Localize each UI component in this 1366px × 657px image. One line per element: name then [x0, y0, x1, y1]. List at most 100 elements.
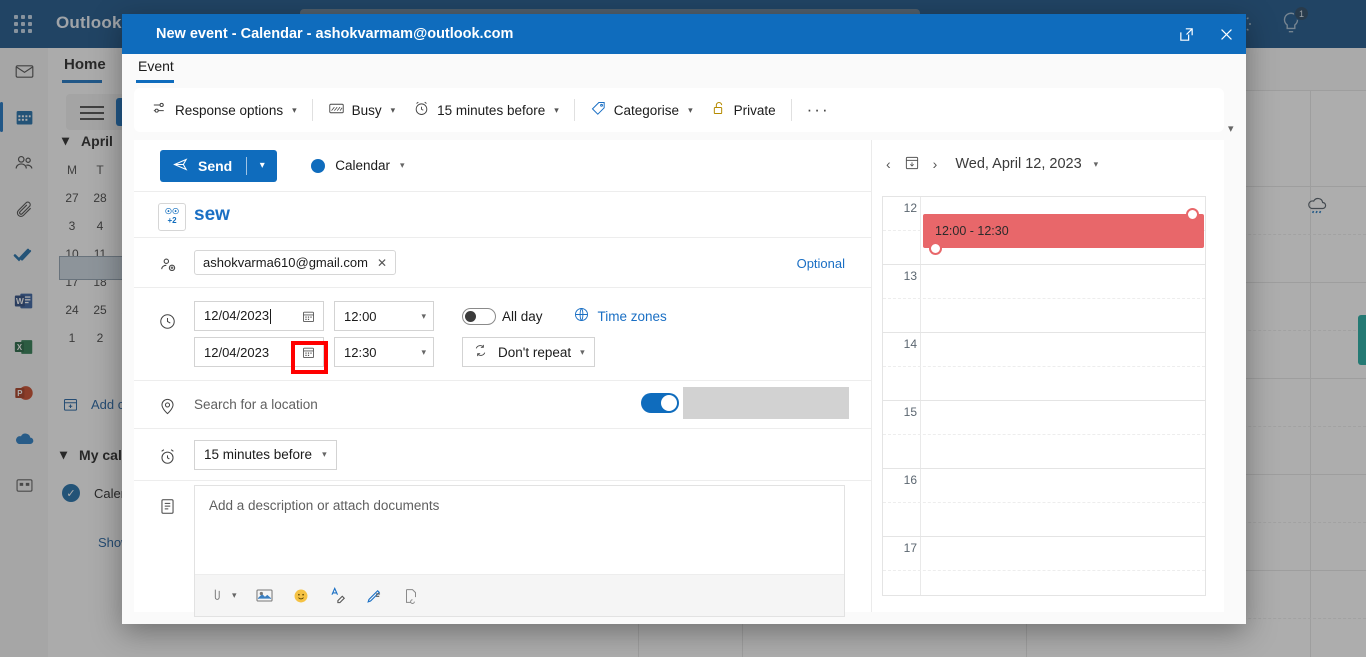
today-calendar-icon[interactable]: [903, 154, 921, 175]
start-date-value: 12/04/2023: [204, 307, 270, 323]
ribbon-label: Busy: [351, 102, 382, 118]
chevron-left-icon[interactable]: ‹: [886, 156, 891, 172]
preview-hour-label: 15: [903, 405, 917, 419]
preview-date-label[interactable]: Wed, April 12, 2023: [955, 156, 1081, 172]
ribbon-categorise[interactable]: Categorise ▾: [581, 95, 702, 125]
chevron-down-icon[interactable]: ▾: [322, 449, 327, 460]
lock-icon: [711, 100, 727, 120]
start-time-input[interactable]: 12:00 ▾: [334, 301, 434, 331]
description-row: Add a description or attach documents ▾: [134, 481, 871, 617]
preview-hour-line: [883, 332, 1205, 333]
chevron-down-icon[interactable]: ▾: [688, 105, 693, 116]
reminder-clock-icon: [413, 100, 430, 120]
datetime-row: 12/04/2023 12:00 ▾ All day Time zones 12…: [134, 288, 871, 381]
busy-status-icon: [328, 101, 345, 119]
reminder-row: 15 minutes before ▾: [134, 429, 871, 481]
send-chevron-down-icon[interactable]: ▾: [247, 160, 277, 171]
preview-hour-line: [883, 196, 1205, 197]
clock-icon: [158, 298, 194, 331]
ribbon-separator: [573, 99, 575, 121]
online-meeting-toggle[interactable]: [641, 393, 679, 413]
end-date-picker-icon[interactable]: [301, 345, 316, 360]
preview-half-hour-line: [883, 298, 1205, 299]
ribbon-response-options[interactable]: Response options ▾: [142, 95, 306, 125]
ribbon-busy[interactable]: Busy ▾: [319, 96, 405, 124]
send-label: Send: [198, 157, 233, 174]
chevron-down-icon[interactable]: ▾: [580, 347, 585, 358]
chevron-down-icon[interactable]: ▾: [554, 105, 559, 116]
ribbon-private[interactable]: Private: [702, 95, 785, 125]
alarm-clock-icon: [158, 443, 194, 466]
close-icon[interactable]: [1206, 14, 1246, 54]
attendee-chip[interactable]: ashokvarma610@gmail.com ✕: [194, 250, 396, 275]
preview-hour-line: [883, 264, 1205, 265]
location-pin-icon: [158, 393, 194, 416]
chevron-down-icon[interactable]: ▾: [421, 311, 426, 322]
repeat-selector[interactable]: Don't repeat ▾: [462, 337, 595, 367]
calendar-selector[interactable]: Calendar ▾: [311, 158, 405, 173]
attach-icon[interactable]: ▾: [211, 587, 237, 604]
ribbon-separator: [311, 99, 313, 121]
send-row: Send ▾ Calendar ▾: [134, 140, 871, 192]
preview-event-time: 12:00 - 12:30: [935, 224, 1009, 238]
chevron-down-icon[interactable]: ▾: [421, 347, 426, 358]
calendar-selector-label: Calendar: [335, 158, 391, 173]
preview-hour-line: [883, 468, 1205, 469]
end-time-input[interactable]: 12:30 ▾: [334, 337, 434, 367]
ribbon-collapse-chevron-down-icon[interactable]: ▾: [1228, 122, 1234, 135]
chevron-down-icon[interactable]: ▾: [292, 105, 297, 116]
chevron-down-icon[interactable]: ▾: [391, 105, 396, 116]
more-options-icon[interactable]: ···: [798, 95, 839, 125]
preview-hour-label: 17: [903, 541, 917, 555]
event-title[interactable]: sew: [194, 204, 230, 225]
description-input[interactable]: Add a description or attach documents: [195, 486, 844, 574]
location-row: Search for a location: [134, 381, 871, 429]
chevron-right-icon[interactable]: ›: [933, 156, 938, 172]
signature-icon[interactable]: [402, 587, 420, 605]
attendees-row: ashokvarma610@gmail.com ✕ Optional: [134, 238, 871, 288]
start-time-value: 12:00: [344, 308, 377, 324]
insert-picture-icon[interactable]: [255, 587, 274, 604]
preview-event-block[interactable]: 12:00 - 12:30: [923, 214, 1204, 248]
draw-icon[interactable]: [365, 586, 384, 605]
start-datetime-line: 12/04/2023 12:00 ▾ All day Time zones: [194, 298, 845, 334]
ribbon-label: Private: [733, 102, 776, 118]
emoji-icon[interactable]: [292, 587, 310, 605]
attendee-email: ashokvarma610@gmail.com: [203, 255, 368, 270]
calendar-color-dot: [311, 158, 326, 173]
start-date-input[interactable]: 12/04/2023: [194, 301, 324, 331]
preview-header: ‹ › Wed, April 12, 2023 ▾: [872, 140, 1224, 188]
dialog-body: Send ▾ Calendar ▾ ☉☉ +2 sew ashokvarma61…: [134, 140, 1224, 617]
event-resize-handle-top[interactable]: [929, 242, 942, 255]
chevron-down-icon[interactable]: ▾: [232, 590, 237, 601]
tab-event[interactable]: Event: [138, 58, 174, 74]
pop-out-icon[interactable]: [1166, 14, 1206, 54]
preview-day-grid[interactable]: 12 13 14 15 16 17 12:00 - 12:30: [882, 196, 1206, 596]
start-date-picker-icon[interactable]: [301, 309, 316, 324]
globe-icon: [573, 306, 590, 326]
end-date-value: 12/04/2023: [204, 344, 270, 360]
preview-half-hour-line: [883, 434, 1205, 435]
all-day-toggle[interactable]: [462, 307, 496, 325]
preview-half-hour-line: [883, 502, 1205, 503]
ribbon-reminder[interactable]: 15 minutes before ▾: [404, 95, 568, 125]
preview-hour-label: 16: [903, 473, 917, 487]
reminder-selector[interactable]: 15 minutes before ▾: [194, 439, 337, 470]
event-resize-handle-bottom[interactable]: [1186, 208, 1199, 221]
optional-link[interactable]: Optional: [797, 250, 845, 271]
send-button[interactable]: Send ▾: [160, 149, 278, 182]
screen: Outlook 1 W X P Home ▾ April M T 27 28 3…: [0, 0, 1366, 657]
formatting-icon[interactable]: [328, 586, 347, 605]
dialog-tab-strip: Event: [122, 54, 1246, 88]
close-icon[interactable]: ✕: [377, 256, 387, 270]
online-meeting-provider-label: [683, 387, 849, 419]
dialog-title-bar: New event - Calendar - ashokvarmam@outlo…: [122, 14, 1246, 54]
time-zones-link[interactable]: Time zones: [573, 306, 667, 326]
end-date-input[interactable]: 12/04/2023: [194, 337, 324, 367]
category-tag-icon: [590, 100, 607, 120]
chevron-down-icon[interactable]: ▾: [400, 160, 405, 171]
location-input[interactable]: Search for a location: [194, 397, 318, 412]
add-title-icon[interactable]: ☉☉ +2: [158, 199, 194, 231]
repeat-label: Don't repeat: [498, 344, 572, 360]
chevron-down-icon[interactable]: ▾: [1094, 159, 1099, 170]
